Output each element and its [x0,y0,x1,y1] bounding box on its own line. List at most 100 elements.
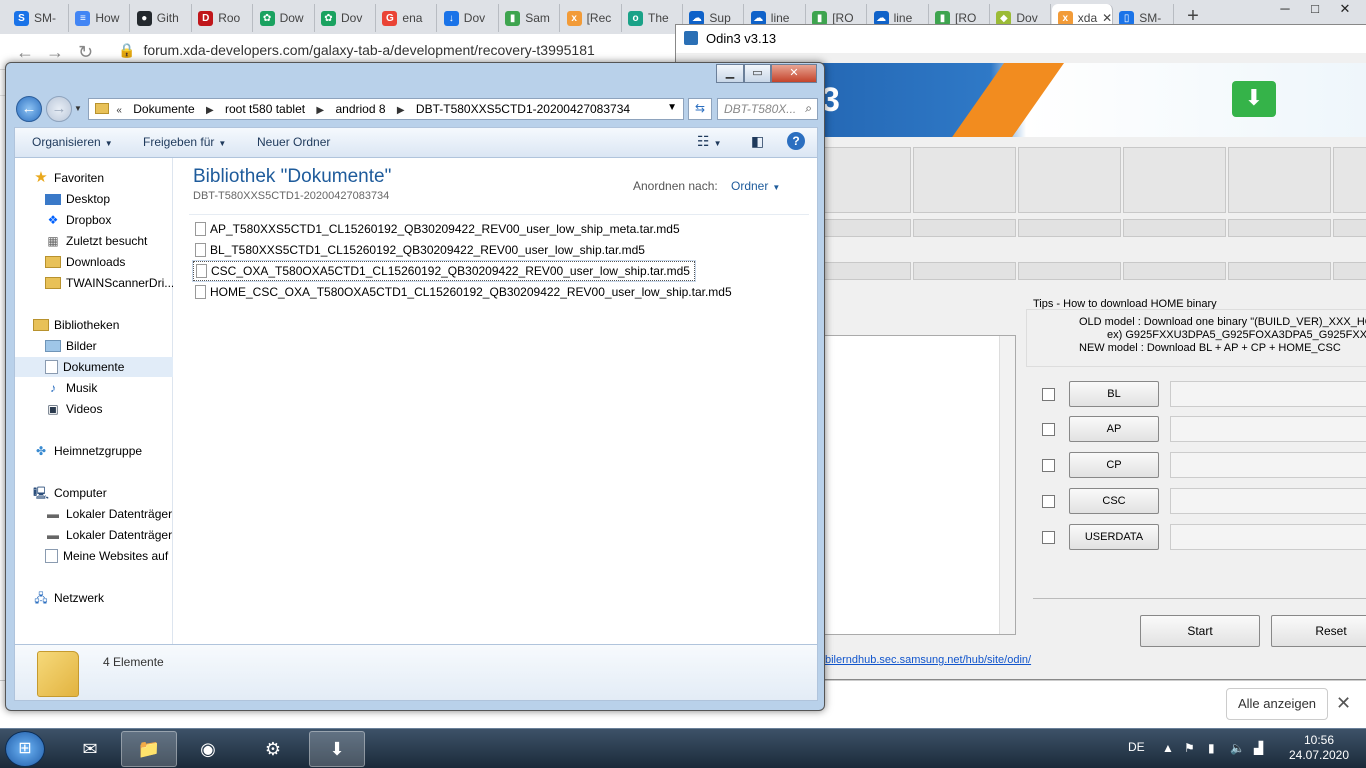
explorer-close-button[interactable]: ✕ [771,64,817,83]
tree-item-libraries[interactable]: Bibliotheken [15,315,173,335]
action-center-icon[interactable]: ⚑ [1184,741,1195,755]
breadcrumb-item[interactable]: Dokumente [133,102,194,116]
browser-tab[interactable]: o The [622,4,683,32]
cp-button[interactable]: CP [1069,452,1159,478]
ap-checkbox[interactable] [1042,423,1055,436]
clock[interactable]: 10:56 24.07.2020 [1284,733,1354,763]
library-subtitle: DBT-T580XXS5CTD1-20200427083734 [193,190,390,202]
forward-icon[interactable]: → [46,96,72,122]
tab-favicon-icon: ▮ [505,10,521,26]
file-item[interactable]: CSC_OXA_T580OXA5CTD1_CL15260192_QB302094… [192,260,696,282]
forward-arrow-icon[interactable]: → [46,42,64,63]
preview-pane-icon[interactable]: ◧ [751,133,764,150]
file-item[interactable]: HOME_CSC_OXA_T580OXA5CTD1_CL15260192_QB3… [193,282,736,302]
gear-icon[interactable]: ⚙ [245,731,301,767]
arrange-by-dropdown[interactable]: Ordner ▼ [731,179,780,193]
view-options-icon[interactable]: ☷ ▼ [697,133,721,150]
csc-button[interactable]: CSC [1069,488,1159,514]
breadcrumb-overflow-icon[interactable]: « [116,105,122,116]
tree-item-videos[interactable]: ▣ Videos [15,399,173,419]
tree-item-dropbox[interactable]: ❖ Dropbox [15,210,173,230]
file-item[interactable]: AP_T580XXS5CTD1_CL15260192_QB30209422_RE… [193,219,684,239]
close-tab-icon[interactable]: ✕ [1102,11,1112,25]
tree-item-pictures[interactable]: Bilder [15,336,173,356]
tree-item-homegroup[interactable]: ✤ Heimnetzgruppe [15,441,173,461]
close-button[interactable]: ✕ [1330,0,1360,20]
back-icon[interactable]: ← [16,96,42,122]
new-folder-button[interactable]: Neuer Ordner [257,135,330,149]
browser-tab[interactable]: S SM- [8,4,69,32]
tab-favicon-icon: G [382,10,398,26]
bl-button[interactable]: BL [1069,381,1159,407]
bl-checkbox[interactable] [1042,388,1055,401]
tree-item-local-disk[interactable]: ▬ Lokaler Datenträger [15,504,173,524]
show-all-downloads-button[interactable]: Alle anzeigen [1226,688,1328,720]
search-icon[interactable]: ⌕ [805,101,812,116]
breadcrumb-item[interactable]: DBT-T580XXS5CTD1-20200427083734 [416,102,630,116]
explorer-address-bar[interactable]: « Dokumente ▶ root t580 tablet ▶ andriod… [88,98,684,120]
cp-checkbox[interactable] [1042,459,1055,472]
breadcrumb-chevron-icon[interactable]: ▶ [397,105,405,116]
tree-item-favorites[interactable]: ★ Favoriten [15,168,173,188]
url-bar[interactable]: 🔒 forum.xda-developers.com/galaxy-tab-a/d… [118,42,595,59]
odin-taskbar-icon[interactable]: ⬇ [309,731,365,767]
browser-tab[interactable]: ● Gith [131,4,192,32]
browser-tab[interactable]: ↓ Dov [438,4,499,32]
breadcrumb-chevron-icon[interactable]: ▶ [206,105,214,116]
tree-item-twain[interactable]: TWAINScannerDri... [15,273,173,293]
tree-item-music[interactable]: ♪ Musik [15,378,173,398]
breadcrumb-item[interactable]: root t580 tablet [225,102,305,116]
share-menu[interactable]: Freigeben für ▼ [143,135,226,149]
ap-button[interactable]: AP [1069,416,1159,442]
userdata-button[interactable]: USERDATA [1069,524,1159,550]
tree-label: Meine Websites auf [63,549,169,563]
browser-tab[interactable]: ✿ Dov [315,4,376,32]
language-indicator[interactable]: DE [1128,740,1145,754]
tab-label: Dov [463,11,486,25]
reload-icon[interactable]: ↻ [78,42,93,63]
explorer-taskbar-icon[interactable]: 📁 [121,731,177,767]
back-arrow-icon[interactable]: ← [16,42,34,63]
reset-button[interactable]: Reset [1271,615,1366,647]
browser-tab[interactable]: ≡ How [69,4,131,32]
thunderbird-icon[interactable]: ✉ [62,731,118,767]
breadcrumb-chevron-icon[interactable]: ▶ [316,105,324,116]
battery-icon[interactable]: ▮ [1208,741,1215,755]
minimize-button[interactable]: ─ [1270,0,1300,20]
recent-pages-dropdown-icon[interactable]: ▼ [74,104,82,113]
start-button[interactable]: Start [1140,615,1260,647]
tree-item-local-disk[interactable]: ▬ Lokaler Datenträger [15,525,173,545]
file-item[interactable]: BL_T580XXS5CTD1_CL15260192_QB30209422_RE… [193,240,649,260]
browser-tab[interactable]: Gena [376,4,438,32]
close-download-bar-icon[interactable]: ✕ [1336,693,1351,714]
userdata-checkbox[interactable] [1042,531,1055,544]
browser-tab[interactable]: ▮ Sam [499,4,561,32]
explorer-search-input[interactable]: DBT-T580X... ⌕ [717,98,818,120]
browser-tab[interactable]: D Roo [192,4,254,32]
tree-item-downloads[interactable]: Downloads [15,252,173,272]
browser-tab[interactable]: ✿ Dow [254,4,315,32]
address-dropdown-icon[interactable]: ▼ [667,102,677,113]
organize-menu[interactable]: Organisieren ▼ [32,135,113,149]
refresh-icon[interactable]: ⇆ [688,98,712,120]
start-button[interactable]: ⊞ [5,731,45,767]
explorer-maximize-button[interactable]: ▭ [744,64,771,83]
breadcrumb-item[interactable]: andriod 8 [335,102,385,116]
maximize-button[interactable]: □ [1300,0,1330,20]
tree-item-computer[interactable]: 🖳 Computer [15,483,173,503]
odin-help-link[interactable]: bilerndhub.sec.samsung.net/hub/site/odin… [825,654,1031,666]
tree-item-network[interactable]: 🖧 Netzwerk [15,588,173,608]
browser-tab[interactable]: x [Rec [561,4,622,32]
help-icon[interactable]: ? [787,132,805,150]
volume-icon[interactable]: 🔈 [1230,741,1245,755]
show-hidden-icons-icon[interactable]: ▲ [1162,741,1174,755]
explorer-minimize-button[interactable]: ▁ [716,64,744,83]
tree-item-documents[interactable]: Dokumente [15,357,173,377]
tree-item-recent[interactable]: ▦ Zuletzt besucht [15,231,173,251]
tree-item-desktop[interactable]: Desktop [15,189,173,209]
csc-checkbox[interactable] [1042,495,1055,508]
log-scrollbar[interactable] [999,336,1015,634]
network-tray-icon[interactable]: ▟ [1254,741,1263,755]
chrome-icon[interactable]: ◉ [180,731,236,767]
tree-item-websites[interactable]: Meine Websites auf [15,546,173,566]
